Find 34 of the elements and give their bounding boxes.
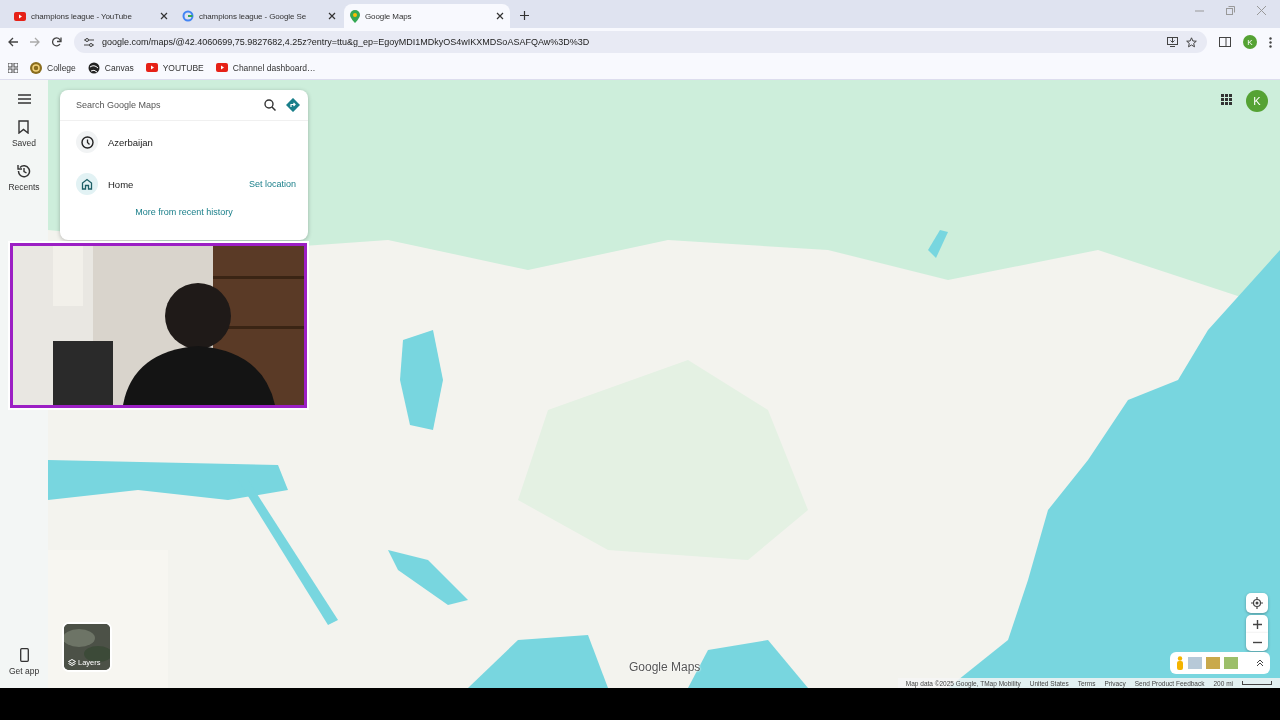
star-icon[interactable] — [1186, 36, 1197, 48]
address-bar[interactable]: google.com/maps/@42.4060699,75.9827682,4.25z?entry=ttu&g_ep=EgoyMDI1MDkyOS4wIKXMDSoASAFQAw%3D%3D — [74, 31, 1207, 53]
google-icon — [182, 10, 194, 22]
rail-button[interactable]: Saved — [11, 120, 37, 148]
map-pin-icon — [350, 9, 360, 23]
close-icon[interactable] — [160, 12, 168, 20]
browser-tab[interactable]: champions league - YouTube — [8, 4, 174, 28]
bookmark-link[interactable]: Channel dashboard… — [215, 62, 316, 73]
get-app-button[interactable]: Get app — [8, 648, 40, 676]
menu-icon[interactable] — [1269, 36, 1272, 48]
back-icon[interactable] — [8, 37, 18, 47]
menu-icon[interactable] — [17, 94, 31, 104]
browser-tab[interactable]: champions league - Google Se — [176, 4, 342, 28]
new-tab-icon[interactable] — [520, 11, 529, 20]
apps-icon[interactable] — [8, 62, 18, 73]
bookmark-icon — [18, 120, 30, 134]
bookmark-link[interactable]: Canvas — [87, 61, 134, 74]
rail-button[interactable]: Recents — [8, 164, 40, 192]
youtube-icon — [14, 11, 26, 21]
youtube-icon — [145, 63, 158, 72]
side-panel-icon[interactable] — [1219, 37, 1231, 47]
reload-icon[interactable] — [52, 37, 62, 47]
college-icon — [30, 61, 42, 74]
bookmark-link[interactable]: College — [30, 61, 76, 74]
bookmark-link[interactable]: YOUTUBE — [145, 62, 204, 73]
browser-tab[interactable]: Google Maps — [344, 4, 510, 28]
site-settings-icon[interactable] — [84, 37, 94, 47]
install-app-icon[interactable] — [1167, 37, 1178, 47]
globe-icon — [87, 61, 100, 74]
phone-icon — [19, 648, 29, 662]
youtube-icon — [215, 63, 228, 72]
history-icon — [17, 164, 31, 178]
close-icon[interactable] — [496, 12, 504, 20]
close-icon[interactable] — [328, 12, 336, 20]
